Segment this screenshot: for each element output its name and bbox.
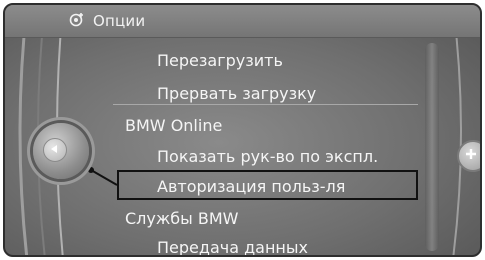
menu-item-show-manual[interactable]: Показать рук-во по экспл. [157,147,378,166]
menu-item-bmw-online[interactable]: BMW Online [125,116,222,135]
idrive-screen: Опции Перезагрузить Прервать загрузку BM… [3,3,482,257]
options-gear-icon [69,13,83,27]
menu-item-bmw-services[interactable]: Службы BMW [125,209,238,228]
divider [113,104,418,105]
menu-item-reload[interactable]: Перезагрузить [157,51,283,70]
menu-item-cancel-download[interactable]: Прервать загрузку [157,84,316,103]
header-bar: Опции [5,5,480,38]
menu-item-user-authorization[interactable]: Авторизация польз-ля [157,177,345,196]
menu-item-data-transfer[interactable]: Передача данных [157,238,308,255]
page-title: Опции [93,12,146,30]
plus-icon [466,149,476,159]
back-arrow-icon [51,145,57,153]
scrollbar[interactable] [425,43,439,251]
